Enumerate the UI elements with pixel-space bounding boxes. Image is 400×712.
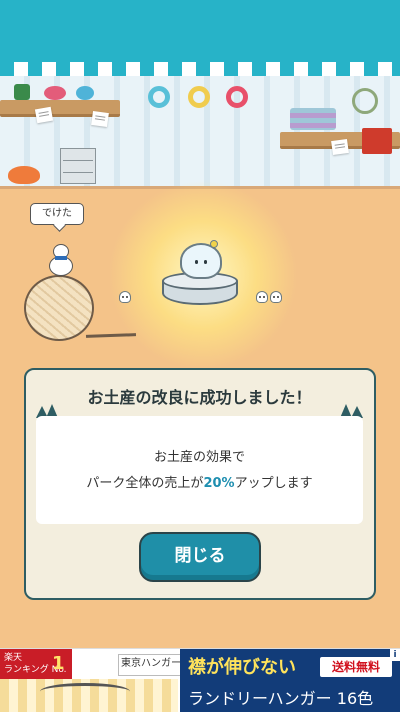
close-button[interactable]: 閉じる	[139, 532, 261, 582]
towel-icon	[290, 108, 336, 130]
message-text: パーク全体の売上が	[86, 476, 204, 491]
blob-character	[180, 243, 222, 279]
ad-brand: 東京ハンガー	[118, 654, 184, 676]
ad-product-name: ランドリーハンガー 16色	[188, 689, 374, 708]
dialog-message-panel: お土産の効果で パーク全体の売上が20%アップします	[36, 416, 363, 524]
antenna-icon	[210, 240, 218, 248]
yarn-roll-icon	[226, 86, 248, 108]
yarn-roll-icon	[188, 86, 210, 108]
free-shipping-badge: 送料無料	[320, 657, 392, 677]
dialog-title: お土産の改良に成功しました！	[87, 388, 312, 407]
message-text: アップします	[234, 476, 313, 491]
yarn-ball	[24, 275, 94, 341]
mini-ghost-icon	[256, 291, 268, 303]
awning-trim	[0, 62, 400, 77]
pin-cushion-icon	[8, 166, 40, 184]
note-icon	[331, 138, 349, 156]
spool-icon	[76, 86, 94, 100]
ad-product-photo	[0, 679, 178, 712]
towel-icon	[362, 128, 392, 154]
drawer-cabinet	[60, 148, 96, 184]
awning	[0, 0, 400, 68]
note-icon	[91, 110, 109, 128]
pin-cushion-icon	[44, 86, 66, 100]
mini-ghost-icon	[270, 291, 282, 303]
snowman-scarf	[55, 256, 67, 260]
ad-headline: 襟が伸びない	[188, 657, 296, 678]
message-line-1: お土産の効果で	[153, 450, 245, 465]
spool-icon	[14, 84, 30, 100]
info-icon[interactable]: i	[390, 649, 400, 661]
ad-banner[interactable]: 楽天 ランキング No. 1 東京ハンガー 襟が伸びない 送料無料 ランドリーハ…	[0, 648, 400, 712]
ad-copy-panel: 襟が伸びない 送料無料 ランドリーハンガー 16色	[180, 649, 400, 712]
scissors-icon	[352, 88, 378, 114]
speech-bubble: でけた	[30, 203, 84, 225]
ranking-number: 1	[52, 653, 65, 674]
message-line-2: パーク全体の売上が20%アップします	[36, 472, 363, 491]
bonus-percent: 20%	[203, 476, 235, 491]
yarn-roll-icon	[148, 86, 170, 108]
note-icon	[34, 106, 54, 124]
mini-ghost-icon	[119, 291, 131, 303]
hanger-icon	[40, 683, 130, 700]
